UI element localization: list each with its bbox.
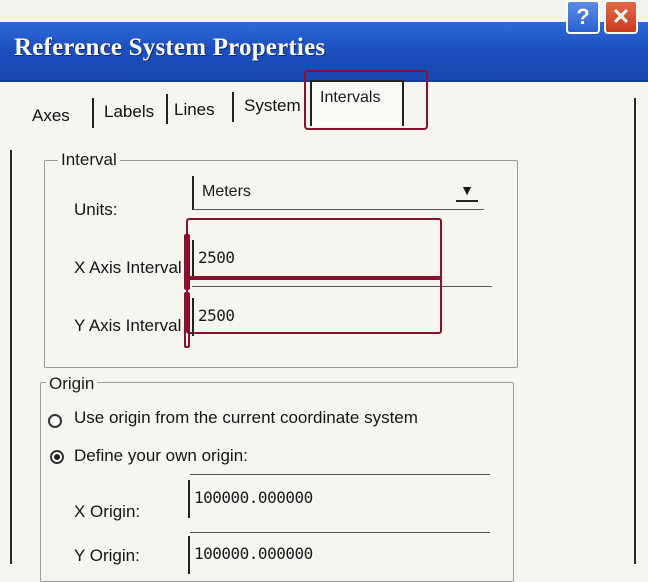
close-icon: ✕ <box>611 4 631 29</box>
x-origin-value: 100000.000000 <box>194 488 313 507</box>
help-icon: ? <box>576 4 590 29</box>
y-origin-label: Y Origin: <box>74 546 140 565</box>
radio-use-current-origin[interactable] <box>48 414 62 428</box>
x-origin-field[interactable]: 100000.000000 <box>188 480 488 518</box>
x-axis-interval-field[interactable]: 2500 <box>192 240 492 278</box>
tab-labels[interactable]: Labels <box>104 102 154 122</box>
panel-divider <box>634 98 636 564</box>
x-axis-interval-value: 2500 <box>198 248 235 267</box>
define-origin-label: Define your own origin: <box>74 446 248 465</box>
x-origin-label: X Origin: <box>74 502 141 521</box>
tab-separator <box>232 92 234 122</box>
window-top-strip <box>0 0 648 22</box>
tab-separator <box>166 94 168 124</box>
y-axis-interval-value: 2500 <box>198 306 235 325</box>
use-current-origin-label: Use origin from the current coordinate s… <box>74 408 418 427</box>
tab-lines[interactable]: Lines <box>174 100 215 120</box>
radio-define-origin[interactable] <box>50 450 64 464</box>
field-underline <box>190 532 490 533</box>
interval-legend: Interval <box>58 150 120 170</box>
chevron-down-icon[interactable]: ▼ <box>456 180 478 202</box>
y-origin-value: 100000.000000 <box>194 544 313 563</box>
help-button[interactable]: ? <box>566 0 600 34</box>
y-axis-interval-field[interactable]: 2500 <box>192 298 492 336</box>
tab-axes[interactable]: Axes <box>32 106 70 126</box>
close-button[interactable]: ✕ <box>604 0 638 34</box>
tab-system[interactable]: System <box>244 96 301 116</box>
tab-separator <box>92 98 94 128</box>
panel-divider <box>10 150 12 564</box>
tab-intervals-label: Intervals <box>320 89 381 106</box>
units-value: Meters <box>202 183 251 200</box>
y-axis-interval-label: Y Axis Interval <box>74 316 182 335</box>
x-axis-interval-label: X Axis Interval <box>74 258 182 277</box>
y-origin-field[interactable]: 100000.000000 <box>188 536 488 574</box>
units-dropdown[interactable]: Meters ▼ <box>192 176 484 210</box>
field-underline <box>190 474 490 475</box>
origin-legend: Origin <box>46 374 98 394</box>
units-label: Units: <box>74 200 118 219</box>
window-title: Reference System Properties <box>14 34 326 61</box>
y-interval-marker <box>184 292 190 348</box>
